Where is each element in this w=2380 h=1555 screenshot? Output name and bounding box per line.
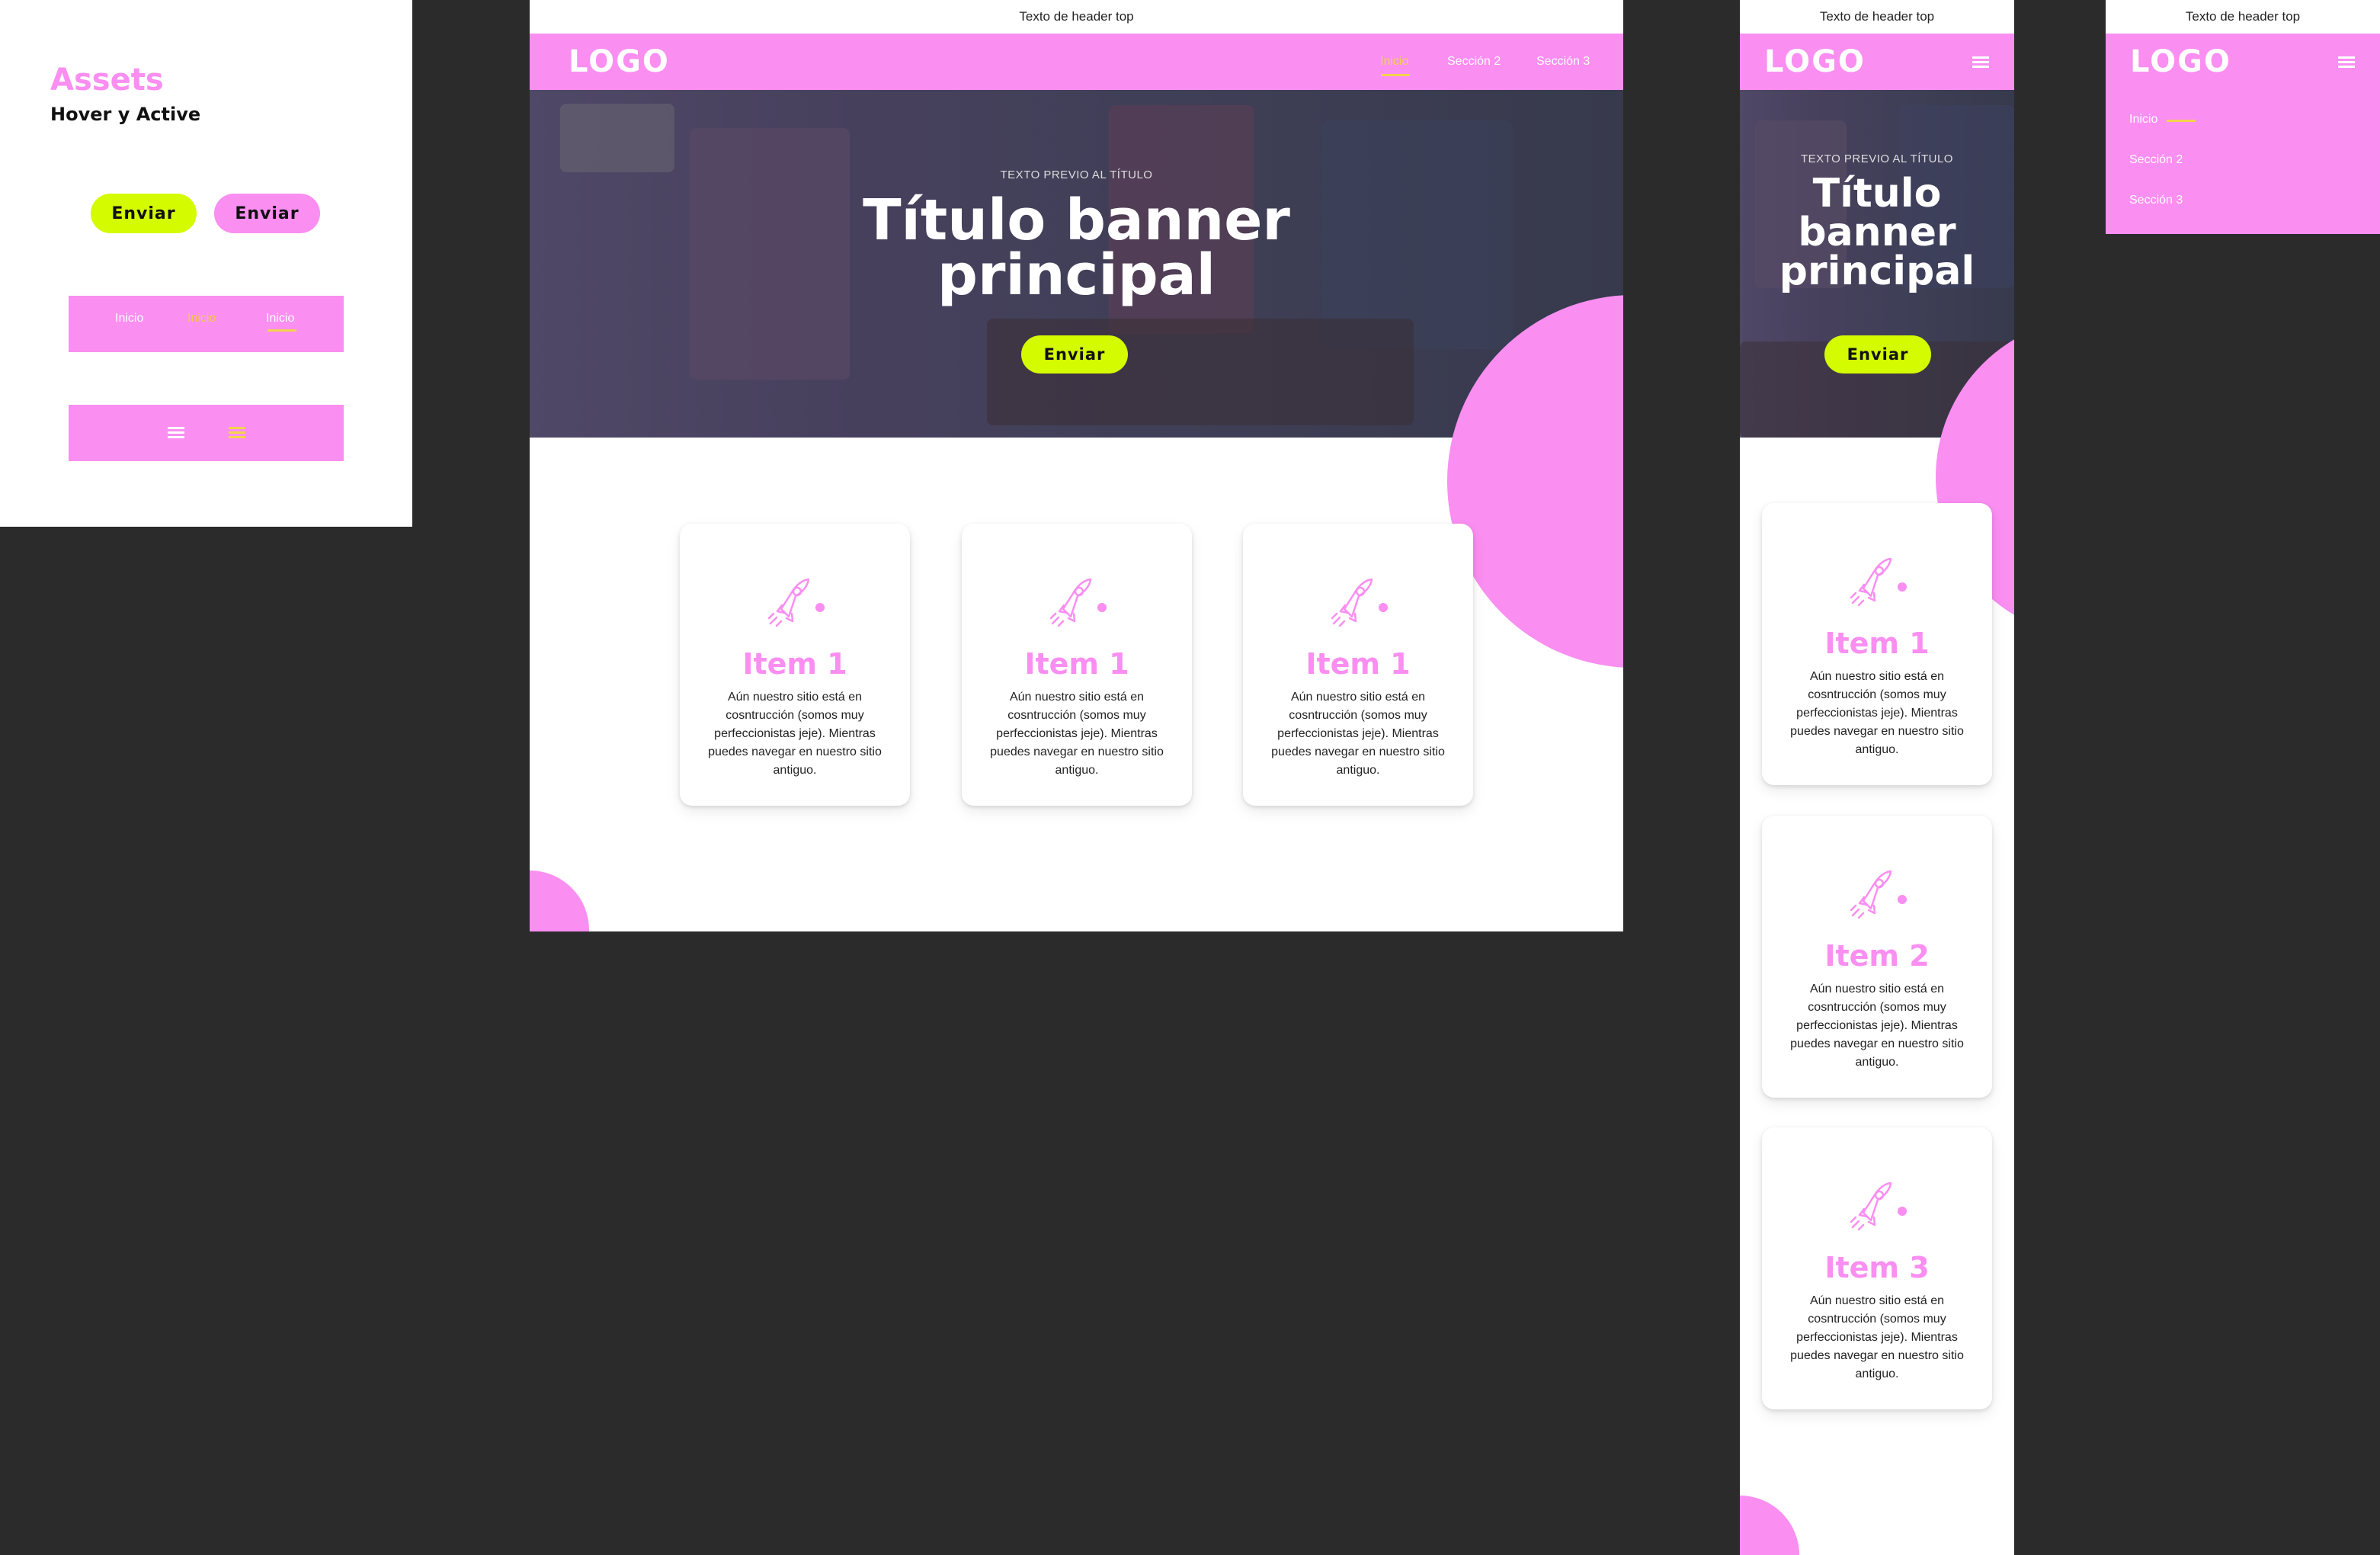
desktop-mockup: Texto de header top LOGO Inicio Sección … xyxy=(530,0,1623,931)
mobile-navigation: LOGO xyxy=(2106,34,2380,90)
mobile-mockup: Texto de header top LOGO TEXTO PREVIO AL… xyxy=(1740,0,2014,1555)
menu-item-inicio[interactable]: Inicio xyxy=(2129,113,2157,127)
feature-card: Item 1 Aún nuestro sitio está en cosntru… xyxy=(1243,524,1473,806)
rocket-icon xyxy=(1049,578,1107,627)
nav-item-inicio[interactable]: Inicio xyxy=(1380,55,1408,69)
send-button-active[interactable]: Enviar xyxy=(214,194,320,233)
card-title: Item 1 xyxy=(742,647,847,681)
nav-item-seccion-2[interactable]: Sección 2 xyxy=(1447,55,1501,69)
mobile-menu-open-mockup: Texto de header top LOGO Inicio Sección … xyxy=(2106,0,2380,234)
nav-item-seccion-3[interactable]: Sección 3 xyxy=(1536,55,1590,69)
nav-item-default[interactable]: Inicio xyxy=(115,312,143,325)
hamburger-menu-icon[interactable] xyxy=(168,427,184,439)
hero-title-line-1: Título banner xyxy=(863,188,1290,253)
rocket-icon xyxy=(1850,557,1907,607)
feature-card: Item 1 Aún nuestro sitio está en cosntru… xyxy=(680,524,910,806)
hero-kicker: TEXTO PREVIO AL TÍTULO xyxy=(1801,152,1953,165)
rocket-icon xyxy=(1850,1181,1907,1231)
assets-title: Assets xyxy=(50,63,164,98)
logo[interactable]: LOGO xyxy=(1764,44,1866,79)
menu-item-seccion-2[interactable]: Sección 2 xyxy=(2129,153,2183,167)
card-title: Item 1 xyxy=(1024,647,1129,681)
header-top-text: Texto de header top xyxy=(530,0,1623,34)
assets-panel: Assets Hover y Active Enviar Enviar Inic… xyxy=(0,0,412,527)
hero-send-button[interactable]: Enviar xyxy=(1021,335,1128,374)
card-title: Item 3 xyxy=(1824,1251,1930,1284)
hamburger-menu-active-icon[interactable] xyxy=(229,427,245,439)
rocket-icon xyxy=(767,578,825,627)
hero-banner: TEXTO PREVIO AL TÍTULO Título banner pri… xyxy=(530,90,1623,438)
card-description: Aún nuestro sitio está en cosntrucción (… xyxy=(1790,1294,1964,1380)
card-description: Aún nuestro sitio está en cosntrucción (… xyxy=(1790,670,1964,756)
card-title: Item 1 xyxy=(1824,627,1930,660)
menu-states-sample xyxy=(69,405,344,461)
feature-card: Item 2 Aún nuestro sitio está en cosntru… xyxy=(1762,816,1992,1098)
hero-title-line-1: Título xyxy=(1812,171,1942,216)
active-underline xyxy=(2167,120,2196,122)
active-underline xyxy=(267,329,296,332)
hero-title-line-3: principal xyxy=(1779,248,1975,294)
send-button-hover[interactable]: Enviar xyxy=(91,194,197,233)
card-title: Item 1 xyxy=(1305,647,1411,681)
hero-title-line-2: principal xyxy=(937,242,1216,308)
hero-send-button[interactable]: Enviar xyxy=(1824,335,1931,374)
decor-circle xyxy=(530,870,589,931)
logo[interactable]: LOGO xyxy=(2130,44,2231,79)
nav-item-active[interactable]: Inicio xyxy=(266,312,294,325)
nav-states-sample: Inicio Inicio Inicio xyxy=(69,296,344,352)
card-title: Item 2 xyxy=(1824,939,1930,973)
hero-photo-detail xyxy=(560,104,674,172)
assets-subtitle: Hover y Active xyxy=(50,104,201,125)
hamburger-menu-icon[interactable] xyxy=(2338,56,2355,69)
feature-card: Item 3 Aún nuestro sitio está en cosntru… xyxy=(1762,1127,1992,1409)
logo[interactable]: LOGO xyxy=(569,44,670,79)
menu-item-seccion-3[interactable]: Sección 3 xyxy=(2129,194,2183,207)
rocket-icon xyxy=(1331,578,1388,627)
mobile-navigation: LOGO xyxy=(1740,34,2014,90)
main-navigation: LOGO Inicio Sección 2 Sección 3 xyxy=(530,34,1623,90)
hero-kicker: TEXTO PREVIO AL TÍTULO xyxy=(1000,168,1153,181)
header-top-text: Texto de header top xyxy=(2106,0,2380,34)
active-underline xyxy=(1381,74,1410,76)
card-description: Aún nuestro sitio está en cosntrucción (… xyxy=(708,691,882,777)
hamburger-menu-icon[interactable] xyxy=(1972,56,1989,69)
card-description: Aún nuestro sitio está en cosntrucción (… xyxy=(1790,983,1964,1069)
hero-title-line-2: banner xyxy=(1798,210,1956,255)
decor-circle xyxy=(1740,1496,1799,1555)
card-description: Aún nuestro sitio está en cosntrucción (… xyxy=(1271,691,1445,777)
rocket-icon xyxy=(1850,870,1907,919)
nav-item-hover[interactable]: Inicio xyxy=(187,312,216,325)
card-description: Aún nuestro sitio está en cosntrucción (… xyxy=(990,691,1164,777)
header-top-text: Texto de header top xyxy=(1740,0,2014,34)
feature-card: Item 1 Aún nuestro sitio está en cosntru… xyxy=(1762,503,1992,785)
feature-card: Item 1 Aún nuestro sitio está en cosntru… xyxy=(962,524,1192,806)
